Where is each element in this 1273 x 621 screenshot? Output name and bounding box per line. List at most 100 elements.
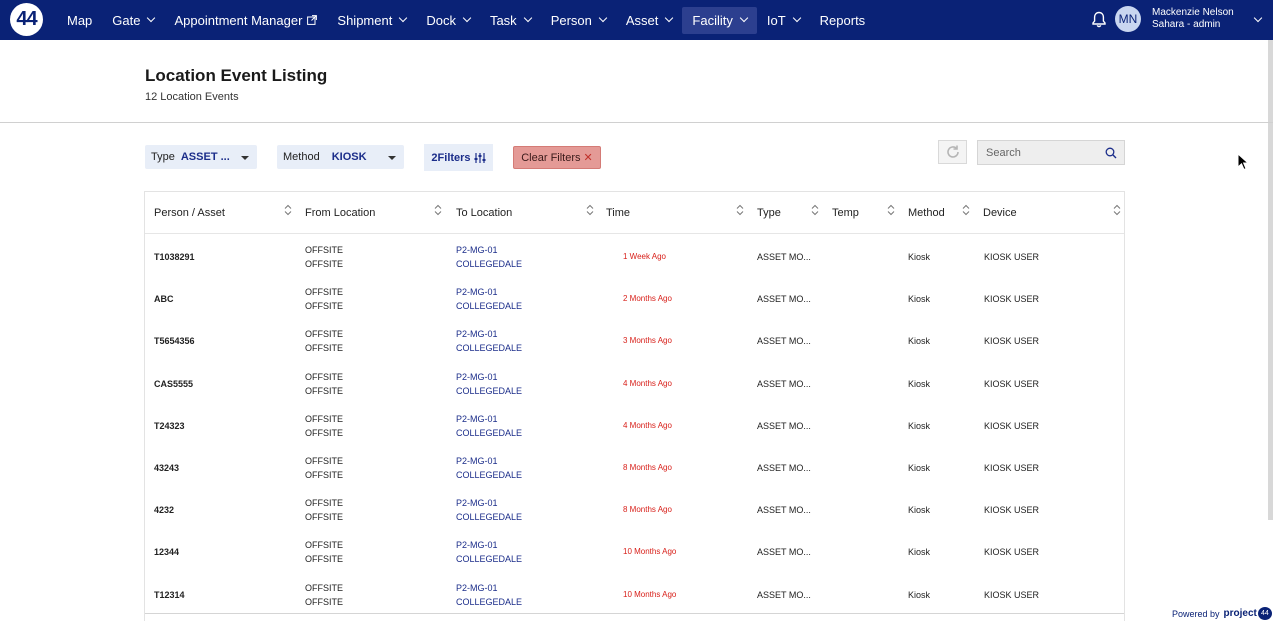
table-row[interactable]: 43243 OFFSITE OFFSITE P2-MG-01 COLLEGEDALE 8 … [145,446,1124,488]
chevron-down-icon [665,13,674,23]
type-cell: ASSET MO... [757,378,811,389]
to-location-link[interactable]: COLLEGEDALE [456,552,522,566]
to-location-link[interactable]: COLLEGEDALE [456,426,522,440]
nav-item-map[interactable]: Map [57,7,102,34]
to-location-link[interactable]: P2-MG-01 [456,327,522,341]
to-location-link[interactable]: COLLEGEDALE [456,299,522,313]
to-location-link[interactable]: COLLEGEDALE [456,341,522,355]
to-location-link[interactable]: P2-MG-01 [456,496,522,510]
type-cell: ASSET MO... [757,505,811,516]
caret-down-icon [388,156,396,160]
to-location-link[interactable]: P2-MG-01 [456,454,522,468]
from-location-line: OFFSITE [305,512,343,523]
to-location-link[interactable]: P2-MG-01 [456,581,522,595]
column-header-temp[interactable]: Temp [832,207,859,219]
sort-icon[interactable] [962,204,970,216]
type-cell: ASSET MO... [757,252,811,262]
to-location-cell[interactable]: P2-MG-01 COLLEGEDALE [456,327,522,355]
nav-item-iot[interactable]: IoT [757,7,810,34]
nav-item-dock[interactable]: Dock [416,7,480,34]
device-cell: KIOSK USER [984,336,1040,347]
to-location-cell[interactable]: P2-MG-01 COLLEGEDALE [456,454,522,482]
time-cell: 1 Week Ago [623,252,666,261]
to-location-cell[interactable]: P2-MG-01 COLLEGEDALE [456,581,522,609]
column-header-person-asset[interactable]: Person / Asset [154,207,225,219]
sliders-icon [474,152,486,163]
table-row[interactable]: T24323 OFFSITE OFFSITE P2-MG-01 COLLEGEDALE 4… [145,404,1124,446]
filters-button-label: 2Filters [431,151,471,164]
nav-item-task[interactable]: Task [480,7,541,34]
sort-icon[interactable] [811,204,819,216]
table-bottom-divider [145,613,1124,614]
to-location-cell[interactable]: P2-MG-01 COLLEGEDALE [456,370,522,398]
search-input[interactable] [978,141,1096,164]
avatar[interactable]: MN [1115,6,1141,32]
table-row[interactable]: ABC OFFSITE OFFSITE P2-MG-01 COLLEGEDALE 2 Mo… [145,277,1124,319]
sort-icon[interactable] [284,204,292,216]
table-row[interactable]: T5654356 OFFSITE OFFSITE P2-MG-01 COLLEGEDAL… [145,319,1124,361]
nav-item-facility[interactable]: Facility [682,6,757,34]
type-filter-dropdown[interactable]: Type ASSET ... [145,145,257,169]
refresh-button[interactable] [938,140,967,164]
to-location-cell[interactable]: P2-MG-01 COLLEGEDALE [456,496,522,524]
external-link-icon [307,15,318,25]
clear-filters-button[interactable]: Clear Filters ✕ [513,146,601,169]
refresh-icon [946,145,959,158]
nav-item-appointment-manager[interactable]: Appointment Manager [164,7,327,34]
nav-item-shipment[interactable]: Shipment [327,7,416,34]
person-asset-cell: 4232 [154,505,175,516]
to-location-link[interactable]: P2-MG-01 [456,243,522,257]
bell-icon[interactable] [1091,11,1107,28]
person-asset-cell: 12344 [154,547,180,558]
from-location-line: OFFSITE [305,582,343,593]
table-row[interactable]: CAS5555 OFFSITE OFFSITE P2-MG-01 COLLEGEDALE… [145,362,1124,404]
mouse-cursor-icon [1237,153,1249,171]
column-header-to-location[interactable]: To Location [456,207,512,219]
search-icon[interactable] [1105,147,1117,159]
from-location-cell: OFFSITE OFFSITE [305,412,343,440]
to-location-cell[interactable]: P2-MG-01 COLLEGEDALE [456,412,522,440]
column-header-time[interactable]: Time [606,207,630,219]
type-cell: ASSET MO... [757,294,811,305]
nav-item-reports[interactable]: Reports [810,7,876,34]
to-location-cell[interactable]: P2-MG-01 COLLEGEDALE [456,285,522,313]
column-header-from-location[interactable]: From Location [305,207,375,219]
chevron-down-icon[interactable] [1253,13,1263,23]
user-info[interactable]: Mackenzie Nelson Sahara - admin [1152,7,1234,31]
to-location-link[interactable]: COLLEGEDALE [456,384,522,398]
filters-button[interactable]: 2Filters [424,144,493,171]
to-location-link[interactable]: P2-MG-01 [456,370,522,384]
nav-item-person[interactable]: Person [541,7,616,34]
column-header-type[interactable]: Type [757,207,781,219]
table-row[interactable]: T1038291 OFFSITE OFFSITE P2-MG-01 COLLEGEDAL… [145,235,1124,277]
table-row[interactable]: 4232 OFFSITE OFFSITE P2-MG-01 COLLEGEDALE 8 M… [145,488,1124,530]
to-location-link[interactable]: P2-MG-01 [456,285,522,299]
sort-icon[interactable] [434,204,442,216]
to-location-cell[interactable]: P2-MG-01 COLLEGEDALE [456,538,522,566]
logo-icon[interactable]: 44 [10,3,43,36]
column-header-device[interactable]: Device [983,207,1017,219]
sort-icon[interactable] [586,204,594,216]
nav-item-label: Shipment [337,12,393,28]
method-filter-dropdown[interactable]: Method KIOSK [277,145,404,169]
top-navigation: 44 Map Gate Appointment Manager Shipment Doc… [0,0,1273,40]
table-row[interactable]: T12314 OFFSITE OFFSITE P2-MG-01 COLLEGEDALE 1… [145,573,1124,615]
to-location-link[interactable]: COLLEGEDALE [456,257,522,271]
nav-item-gate[interactable]: Gate [102,7,164,34]
nav-item-label: Appointment Manager [174,12,303,28]
to-location-link[interactable]: COLLEGEDALE [456,510,522,524]
person-asset-cell: T5654356 [154,336,195,347]
to-location-link[interactable]: P2-MG-01 [456,412,522,426]
to-location-cell[interactable]: P2-MG-01 COLLEGEDALE [456,243,522,271]
sort-icon[interactable] [887,204,895,216]
powered-by-text: Powered by [1172,608,1220,619]
table-row[interactable]: 12344 OFFSITE OFFSITE P2-MG-01 COLLEGEDALE 10… [145,530,1124,572]
to-location-link[interactable]: P2-MG-01 [456,538,522,552]
sort-icon[interactable] [1113,204,1121,216]
to-location-link[interactable]: COLLEGEDALE [456,468,522,482]
nav-item-asset[interactable]: Asset [616,7,683,34]
sort-icon[interactable] [736,204,744,216]
time-cell: 10 Months Ago [623,589,677,599]
column-header-method[interactable]: Method [908,207,945,219]
to-location-link[interactable]: COLLEGEDALE [456,595,522,609]
